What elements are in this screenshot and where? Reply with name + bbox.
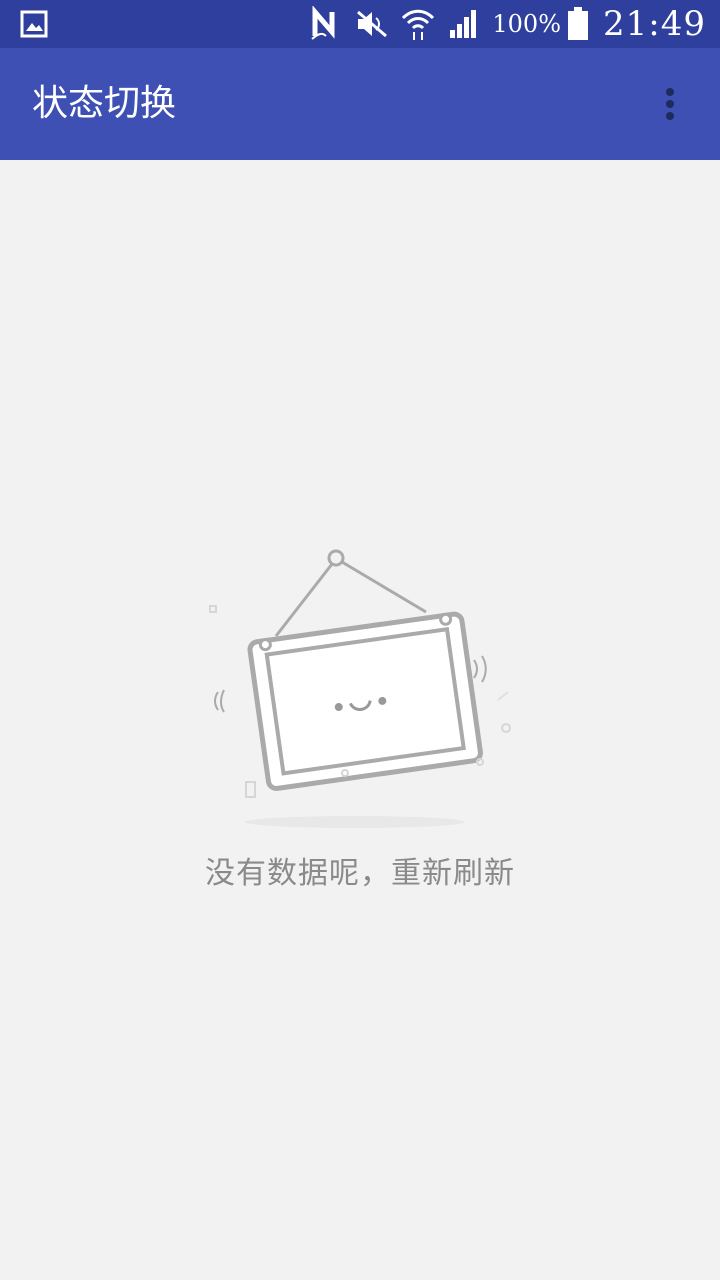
image-icon (20, 10, 48, 38)
battery-percent: 100% (492, 10, 562, 38)
mute-icon (357, 10, 388, 38)
more-vert-icon[interactable] (646, 82, 694, 126)
nfc-icon (311, 6, 335, 40)
status-bar: 100% 21:49 (0, 0, 720, 48)
clock: 21:49 (603, 4, 706, 44)
status-icons: 100% 21:49 (298, 0, 706, 48)
signal-icon (450, 10, 477, 38)
battery-icon (568, 7, 589, 40)
wifi-icon (402, 9, 435, 40)
app-bar: 状态切换 (0, 48, 720, 160)
content-area[interactable]: 没有数据呢，重新刷新 (0, 160, 720, 1280)
empty-state-refresh-link[interactable]: 没有数据呢，重新刷新 (0, 848, 720, 892)
hanging-sign-icon[interactable] (200, 540, 520, 830)
app-title: 状态切换 (32, 83, 177, 124)
